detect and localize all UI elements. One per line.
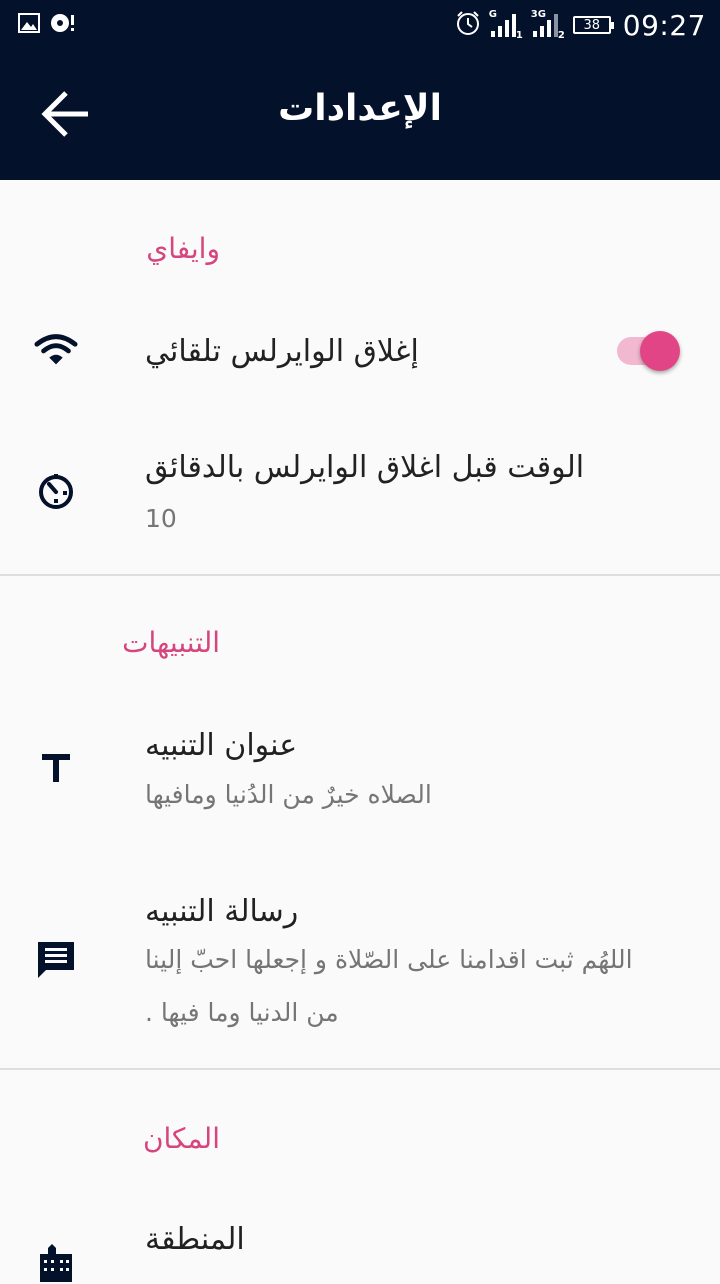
message-icon: [34, 938, 78, 982]
notification-message-value-line1: اللهُم ثبت اقدامنا على الصّلاة و إجعلها …: [145, 945, 633, 974]
timer-icon: [34, 468, 78, 512]
text-icon: [34, 746, 78, 790]
battery-icon: 38: [572, 16, 614, 34]
notification-title-value: الصلاه خيرٌ من الدُنيا ومافيها: [145, 780, 432, 809]
close-delay-value: 10: [145, 504, 177, 533]
city-icon: [34, 1240, 78, 1284]
sim1-signal: G 1: [489, 9, 523, 41]
app-bar: الإعدادات: [0, 50, 720, 180]
image-icon: [18, 13, 40, 37]
close-delay-label: الوقت قبل اغلاق الوايرلس بالدقائق: [145, 450, 585, 485]
notification-title-label: عنوان التنبيه: [145, 728, 298, 763]
page-title: الإعدادات: [278, 88, 442, 129]
status-time: 09:27: [622, 8, 706, 42]
section-divider: [0, 574, 720, 576]
media-icon: [50, 12, 76, 38]
notification-message-label: رسالة التنبيه: [145, 894, 299, 929]
status-bar-left: [18, 13, 76, 37]
battery-level: 38: [583, 17, 601, 33]
section-divider: [0, 1068, 720, 1070]
section-title-notifications: التنبيهات: [122, 626, 220, 659]
auto-close-wifi-toggle[interactable]: [615, 331, 685, 371]
notification-message-value-line2: من الدنيا وما فيها .: [145, 998, 339, 1027]
wifi-icon: [34, 328, 78, 372]
sim2-signal: 3G 2: [531, 9, 565, 41]
sim1-slot-label: 1: [515, 30, 523, 41]
status-bar: G 1 3G 2 38 09:27: [0, 0, 720, 50]
toggle-thumb: [640, 331, 680, 371]
alarm-icon: [455, 10, 481, 40]
sim2-slot-label: 2: [557, 30, 565, 41]
section-title-location: المكان: [142, 1122, 220, 1155]
region-label: المنطقة: [145, 1222, 245, 1257]
section-title-wifi: وايفاي: [146, 232, 220, 265]
status-bar-right: G 1 3G 2 38 09:27: [455, 8, 706, 42]
auto-close-wifi-label: إغلاق الوايرلس تلقائي: [145, 334, 419, 369]
